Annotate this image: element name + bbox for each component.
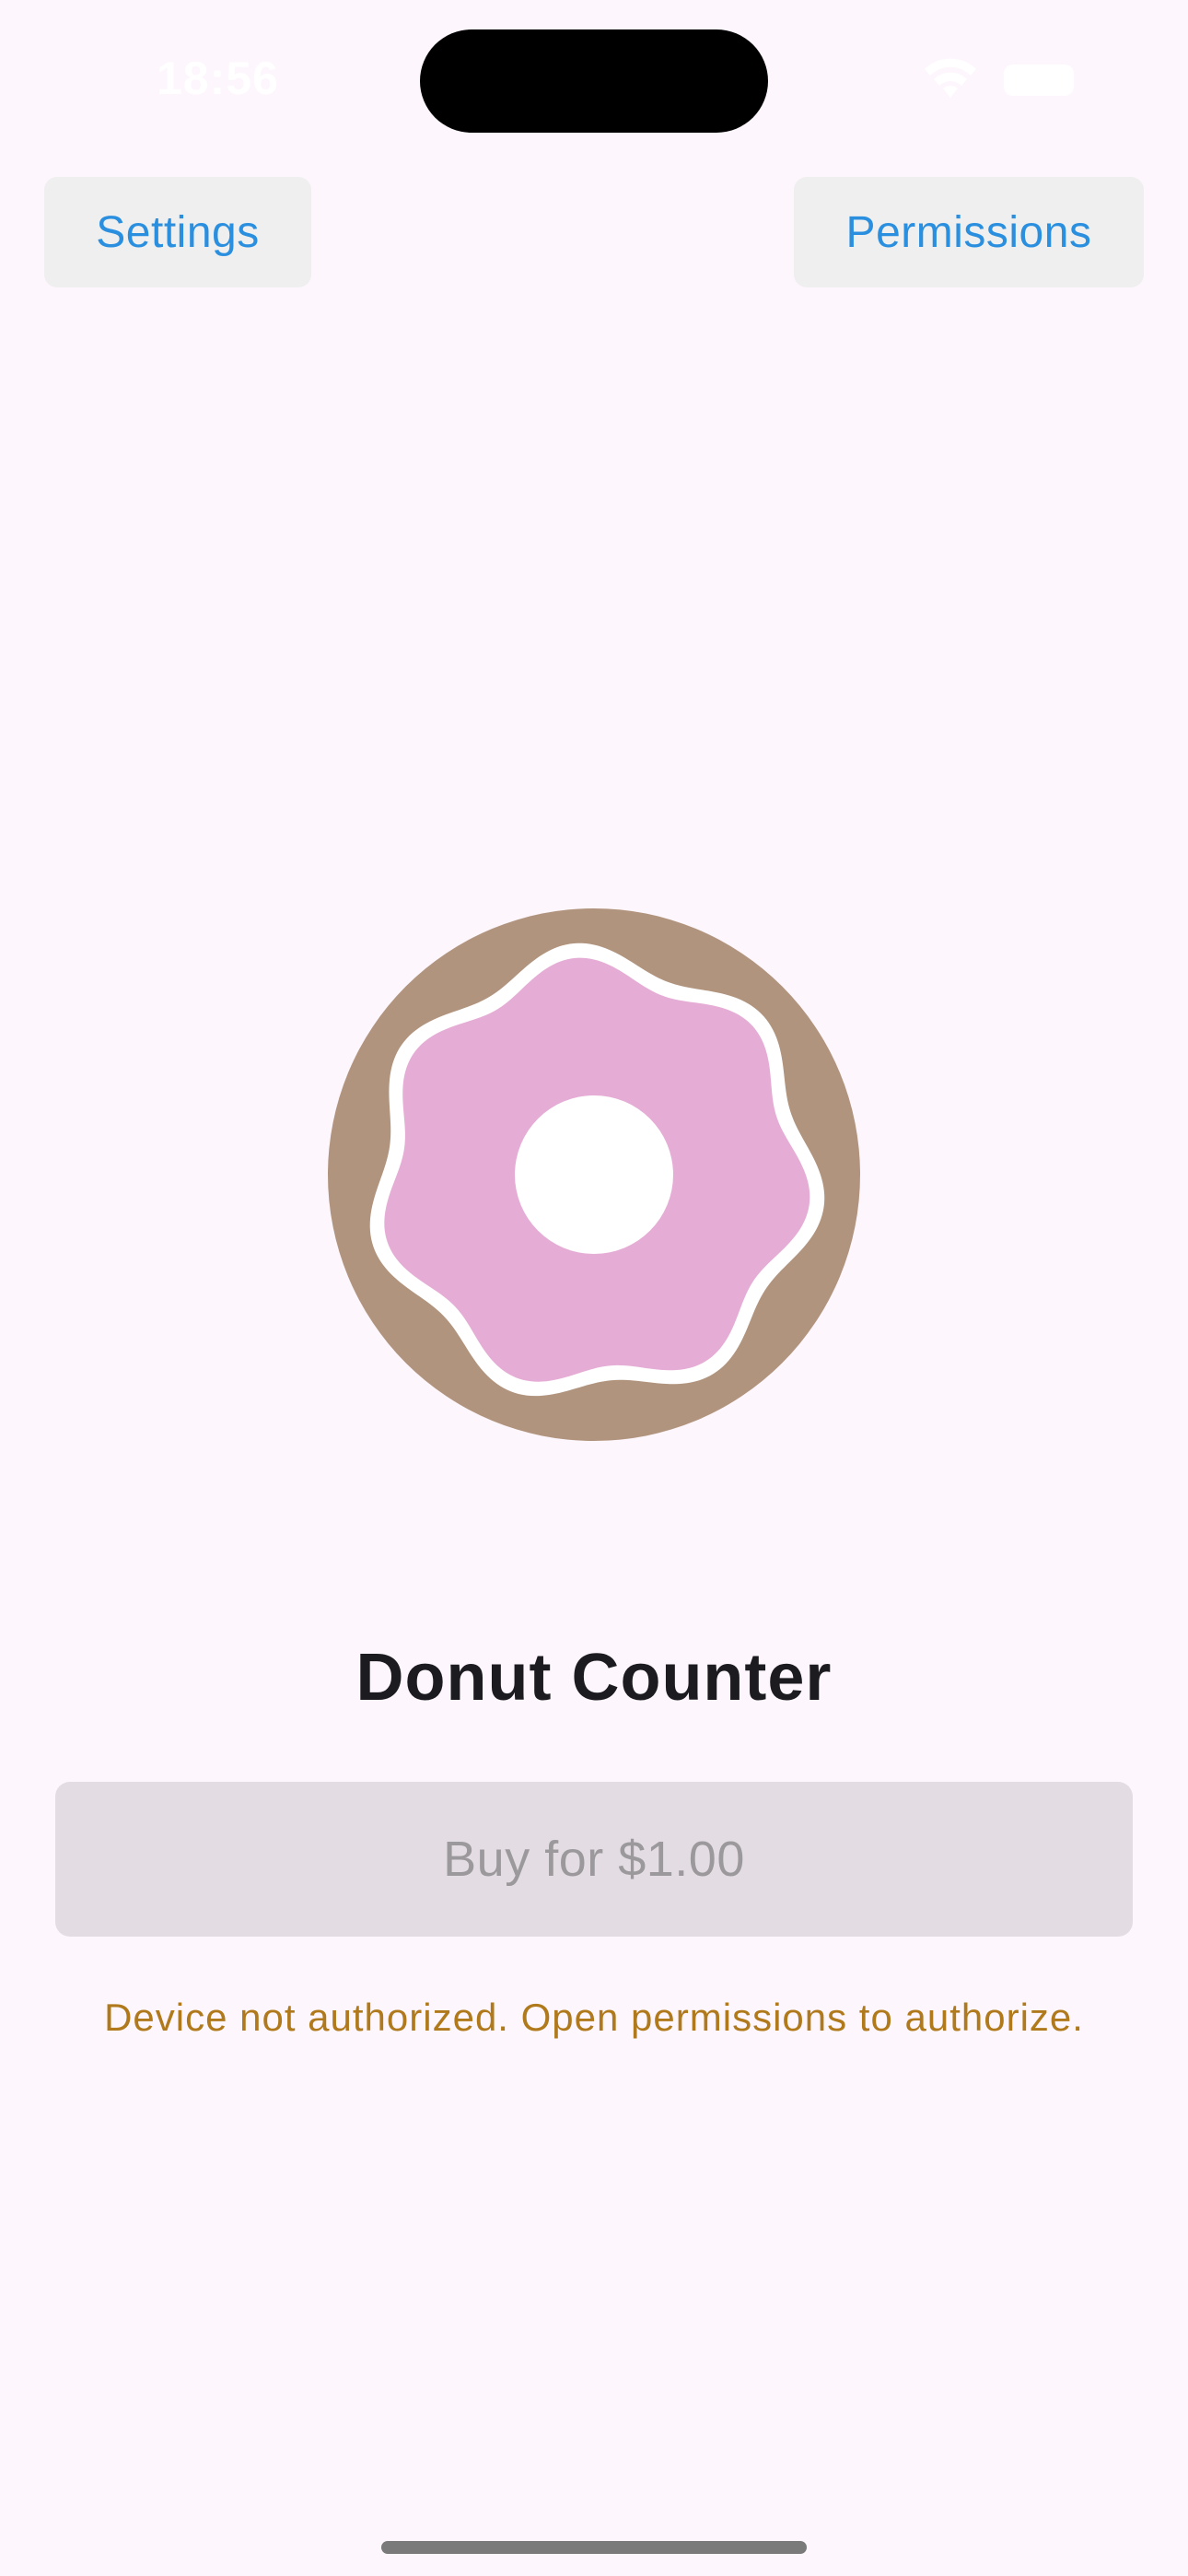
wifi-icon [925, 58, 976, 98]
authorization-warning: Device not authorized. Open permissions … [104, 1996, 1084, 2039]
dynamic-island [420, 29, 768, 133]
status-bar: 18:56 [0, 0, 1188, 166]
status-time: 18:56 [157, 53, 279, 104]
buy-button[interactable]: Buy for $1.00 [55, 1782, 1133, 1937]
battery-icon [1004, 64, 1074, 96]
page-title: Donut Counter [355, 1641, 833, 1715]
app-screen: 18:56 Settings Permissions Donut Counter… [0, 0, 1188, 2576]
settings-button-label: Settings [96, 207, 260, 257]
permissions-button-label: Permissions [845, 207, 1092, 257]
buy-button-label: Buy for $1.00 [443, 1832, 745, 1887]
settings-button[interactable]: Settings [44, 177, 311, 287]
donut-hole [515, 1095, 673, 1254]
home-indicator[interactable] [381, 2541, 807, 2554]
donut-icon [328, 908, 860, 1441]
permissions-button[interactable]: Permissions [794, 177, 1144, 287]
